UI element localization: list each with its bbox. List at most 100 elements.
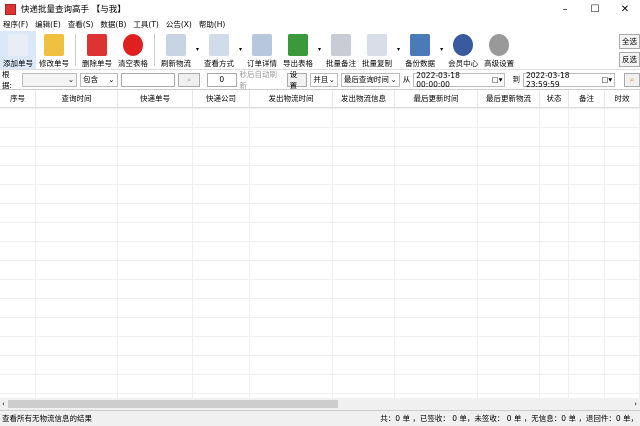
toolbar-button-label: 会员中心 <box>448 58 479 68</box>
calendar-icon: ▢▾ <box>491 75 503 84</box>
menu-item[interactable]: 数据(B) <box>100 19 126 30</box>
dropdown-caret-icon[interactable]: ▾ <box>239 46 242 53</box>
field-select[interactable]: ⌄ <box>22 72 78 87</box>
details-icon <box>252 33 273 56</box>
scroll-icon <box>331 33 352 56</box>
from-date-picker[interactable]: 2022-03-18 00:00:00 ▢▾ <box>413 71 506 89</box>
menu-item[interactable]: 程序(F) <box>3 19 28 30</box>
close-button[interactable]: ✕ <box>610 4 640 15</box>
auto-refresh-label: 秒后自动刷新 <box>239 69 278 90</box>
column-header[interactable]: 发出物流时间 <box>250 90 333 107</box>
toolbar-separator <box>75 33 76 66</box>
seconds-input[interactable]: 0 <box>207 72 237 87</box>
toolbar: 添加单号 修改单号 删除单号 清空表格 刷新物流 ▾ 查看方式 ▾ 订单详情 导出表格 ▾ 批量备注批… <box>0 30 640 70</box>
toolbar-button[interactable]: 清空表格 <box>115 31 151 69</box>
maximize-button[interactable]: ☐ <box>580 4 610 15</box>
column-divider <box>250 108 333 398</box>
pencil-icon <box>44 33 64 56</box>
toolbar-button[interactable]: 订单详情 <box>244 31 280 69</box>
menu-item[interactable]: 公告(X) <box>166 19 192 30</box>
toolbar-button-label: 批量复制 <box>362 58 393 68</box>
scroll-thumb[interactable] <box>8 400 338 408</box>
search-button[interactable]: ⌕ <box>178 72 201 87</box>
toolbar-button[interactable]: 批量复制 <box>359 31 395 69</box>
clear-icon <box>123 33 143 56</box>
to-date-picker[interactable]: 2022-03-18 23:59:59 ▢▾ <box>522 71 616 89</box>
column-header[interactable]: 发出物流信息 <box>333 90 395 107</box>
toolbar-button-label: 刷新物流 <box>161 58 191 68</box>
globe-icon <box>453 33 474 56</box>
toolbar-button[interactable]: 修改单号 <box>36 31 72 69</box>
menu-item[interactable]: 编辑(E) <box>35 19 61 30</box>
toolbar-button[interactable]: 刷新物流 <box>158 31 194 69</box>
delete-doc-icon <box>87 33 107 56</box>
horizontal-scrollbar[interactable]: ‹ › <box>0 398 640 410</box>
match-select[interactable]: 包含 ⌄ <box>80 72 118 87</box>
toolbar-button[interactable]: 批量备注 <box>323 31 359 69</box>
menu-item[interactable]: 帮助(H) <box>199 19 226 30</box>
column-header[interactable]: 时效 <box>605 90 640 107</box>
toolbar-button-label: 删除单号 <box>82 58 112 68</box>
toolbar-button-label: 批量备注 <box>326 58 357 68</box>
column-divider <box>395 108 478 398</box>
column-header[interactable]: 查询时间 <box>36 90 118 107</box>
toolbar-button[interactable]: 备份数据 <box>402 31 438 69</box>
column-header[interactable]: 状态 <box>540 90 569 107</box>
search-icon: ⌕ <box>630 74 635 84</box>
column-header[interactable]: 快递公司 <box>193 90 250 107</box>
scroll-right-icon[interactable]: › <box>634 400 637 408</box>
checklist-icon <box>209 33 230 56</box>
toolbar-button-label: 订单详情 <box>247 58 278 68</box>
toolbar-separator <box>154 33 155 66</box>
column-header[interactable]: 备注 <box>569 90 605 107</box>
search-icon: ⌕ <box>187 74 192 84</box>
dropdown-caret-icon[interactable]: ▾ <box>397 46 400 53</box>
status-left: 查看所有无物流信息的结果 <box>2 414 92 423</box>
dropdown-caret-icon[interactable]: ▾ <box>440 46 443 53</box>
search-input[interactable] <box>120 72 176 87</box>
minimize-button[interactable]: – <box>550 4 580 15</box>
toolbar-button-label: 修改单号 <box>39 58 69 68</box>
column-divider <box>193 108 250 398</box>
toolbar-button[interactable]: 高级设置 <box>481 31 517 69</box>
menu-bar: 程序(F) 编辑(E) 查看(S) 数据(B) 工具(T) 公告(X) 帮助(H) <box>0 18 640 30</box>
refresh-doc-icon <box>166 33 186 56</box>
status-bar: 查看所有无物流信息的结果 共：0 单 ，已签收： 0 单，未签收： 0 单 ，无… <box>0 410 640 426</box>
toolbar-button[interactable]: 会员中心 <box>445 31 481 69</box>
time-field-select[interactable]: 最后查询时间 ⌄ <box>340 72 400 87</box>
table-header: 序号 查询时间 快递单号 快递公司 发出物流时间 发出物流信息 最后更新时间 最后更新物流 状态… <box>0 90 640 108</box>
calendar-icon: ▢▾ <box>601 75 613 84</box>
scroll-left-icon[interactable]: ‹ <box>2 400 5 408</box>
column-header[interactable]: 序号 <box>0 90 36 107</box>
column-divider <box>118 108 193 398</box>
menu-item[interactable]: 查看(S) <box>68 19 94 30</box>
export-icon <box>288 33 309 56</box>
column-divider <box>569 108 605 398</box>
column-divider <box>36 108 118 398</box>
date-search-button[interactable]: ⌕ <box>624 72 640 87</box>
toolbar-button-label: 高级设置 <box>484 58 515 68</box>
toolbar-button[interactable]: 导出表格 <box>280 31 316 69</box>
toolbar-button-label: 备份数据 <box>405 58 436 68</box>
toolbar-button[interactable]: 查看方式 <box>201 31 237 69</box>
toolbar-button[interactable]: 删除单号 <box>79 31 115 69</box>
settings-button[interactable]: 设置 <box>286 70 308 90</box>
column-divider <box>333 108 395 398</box>
logic-select[interactable]: 并且 ⌄ <box>310 72 338 87</box>
column-header[interactable]: 最后更新物流 <box>478 90 540 107</box>
dropdown-caret-icon[interactable]: ▾ <box>196 46 199 53</box>
gear-icon <box>489 33 510 56</box>
title-bar: 快递批量查询高手 【与我】 – ☐ ✕ <box>0 0 640 18</box>
invert-selection-button[interactable]: 反选 <box>619 52 640 67</box>
column-divider <box>478 108 540 398</box>
window-title: 快递批量查询高手 【与我】 <box>21 5 126 15</box>
select-all-button[interactable]: 全选 <box>619 34 640 49</box>
app-icon <box>5 3 16 15</box>
column-header[interactable]: 最后更新时间 <box>395 90 478 107</box>
results-table[interactable]: 序号 查询时间 快递单号 快递公司 发出物流时间 发出物流信息 最后更新时间 最后更新物流 状态… <box>0 90 640 398</box>
from-label: 从 <box>402 75 411 84</box>
dropdown-caret-icon[interactable]: ▾ <box>318 46 321 53</box>
toolbar-button[interactable]: 添加单号 <box>0 30 36 69</box>
column-header[interactable]: 快递单号 <box>118 90 193 107</box>
menu-item[interactable]: 工具(T) <box>133 19 158 30</box>
